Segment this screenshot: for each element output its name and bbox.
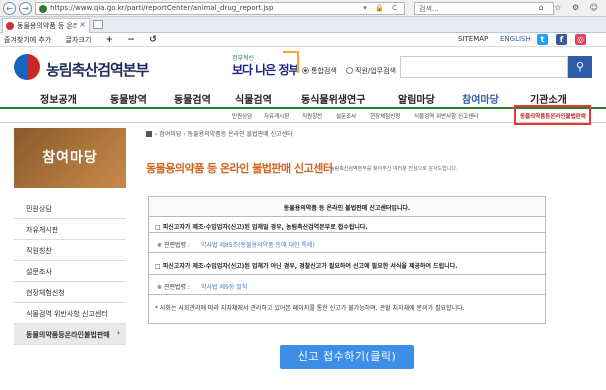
facebook-icon[interactable]: f <box>556 34 567 45</box>
new-tab-button[interactable] <box>93 20 103 29</box>
site-header: 농림축산검역본부 정부혁신 보다 나은 정부 통합검색 직원/업무검색 ⚲ <box>0 47 606 87</box>
browser-tab[interactable]: 동물용의약품 등 온라인 불법 × <box>2 18 90 33</box>
page-subtitle: 농림축산검역본부를 찾아주신 여러분 진심으로 감사드립니다. <box>330 166 458 172</box>
favicon-icon <box>6 22 14 30</box>
sidebar-title: 참여마당 <box>14 128 126 188</box>
gov-plus-icon <box>283 51 299 73</box>
sidebar-item[interactable]: 직원칭찬 <box>14 240 126 261</box>
browser-address-bar: ← → https://www.qia.go.kr/parti/reportCe… <box>0 0 606 17</box>
browser-search-input[interactable]: 검색... <box>414 2 554 15</box>
gnb-item[interactable]: 동물검역 <box>174 91 211 106</box>
twitter-icon[interactable]: t <box>537 34 548 45</box>
subnav-item[interactable]: 설문조사 <box>336 112 356 120</box>
report-submit-button[interactable]: 신고 접수하기(클릭) <box>280 345 414 369</box>
font-size-label: 글자크기 <box>65 36 92 44</box>
site-logo[interactable]: 농림축산검역본부 <box>46 59 149 80</box>
law-link[interactable]: 약사법 제9장 벌칙 <box>201 282 247 291</box>
info-panel: 동물용의약품 등 온라인 불법판매 신고센터입니다. □ 피신고자가 제조·수입… <box>148 196 546 324</box>
font-minus-button[interactable]: − <box>127 35 135 45</box>
sidebar-item[interactable]: 현장체험신청 <box>14 282 126 303</box>
gnb-item[interactable]: 기관소개 <box>530 91 567 106</box>
tab-bar: 동물용의약품 등 온라인 불법 × <box>0 17 606 33</box>
chevron-right-icon: › <box>117 329 120 337</box>
sitemap-link[interactable]: SITEMAP <box>458 35 488 43</box>
url-input[interactable]: https://www.qia.go.kr/parti/reportCenter… <box>35 2 405 15</box>
law-row: ※ 관련법령 : 약사법 제85조(동물용의약품 등에 대한 특례) <box>149 233 545 253</box>
sidebar-item[interactable]: 설문조사 <box>14 261 126 282</box>
sidebar-item[interactable]: 자유게시판 <box>14 219 126 240</box>
site-search-input[interactable] <box>400 56 568 78</box>
panel-heading: 동물용의약품 등 온라인 불법판매 신고센터입니다. <box>149 197 545 217</box>
gnb-item[interactable]: 알림마당 <box>398 91 435 106</box>
favorites-link[interactable]: 즐겨찾기에 추가 <box>4 36 51 44</box>
gnb-item[interactable]: 동물방역 <box>110 91 147 106</box>
subnav-item[interactable]: 직원칭찬 <box>302 112 322 120</box>
sidebar-item[interactable]: 민원상담 <box>14 198 126 219</box>
gnb-item[interactable]: 동식물위생연구 <box>301 91 365 106</box>
subnav-item[interactable]: 자유게시판 <box>264 112 289 120</box>
radio-staff-search[interactable]: 직원/업무검색 <box>346 66 396 76</box>
font-plus-button[interactable]: + <box>106 35 114 45</box>
page-title: 동물용의약품 등 온라인 불법판매 신고센터 <box>146 162 333 175</box>
forward-button[interactable]: → <box>19 2 32 15</box>
subnav-item[interactable]: 식물검역 위반사항 신고센터 <box>414 112 478 120</box>
home-icon[interactable] <box>146 131 152 137</box>
subnav-item[interactable]: 민원상담 <box>232 112 252 120</box>
gnb-item[interactable]: 정보공개 <box>40 91 77 106</box>
close-icon[interactable]: × <box>79 20 86 29</box>
browser-tools-icon[interactable]: ⌂ ☆ ⚙ ☺ <box>539 3 602 12</box>
breadcrumb: › 참여마당 › 동물용의약품등 온라인 불법판매 신고센터 <box>146 129 293 138</box>
note-text: * 사회는 사회관리에 따라 지자체에서 관리하고 있어본 페이지를 통한 신고… <box>155 305 465 312</box>
back-button[interactable]: ← <box>3 2 16 15</box>
radio-all-search[interactable]: 통합검색 <box>302 66 337 76</box>
instagram-icon[interactable]: ◎ <box>575 34 586 45</box>
sidebar-menu: 민원상담 자유게시판 직원칭찬 설문조사 현장체험신청 식물검역 위반사항 신고… <box>14 198 126 345</box>
search-icon[interactable]: ⚲ <box>568 56 592 78</box>
law-row: ※ 관련법령 : 약사법 제9장 벌칙 <box>149 275 545 295</box>
site-icon <box>39 5 47 13</box>
info-row: □ 피신고자가 제조·수입업자(신고)된 업체일 경우, 농림축산검역본부로 접… <box>149 217 545 233</box>
font-reset-button[interactable]: ↺ <box>149 35 157 45</box>
gnb-item-active[interactable]: 참여마당 <box>462 91 499 106</box>
gnb-item[interactable]: 식물검역 <box>235 91 272 106</box>
sidebar-item[interactable]: 식물검역 위반사항 신고센터 <box>14 303 126 324</box>
english-link[interactable]: ENGLISH <box>500 35 531 43</box>
logo-emblem-icon[interactable] <box>14 54 40 80</box>
url-controls-icon[interactable]: ▾ 🔒 C <box>363 4 400 12</box>
subnav-item-active[interactable]: 동물의약품등온라인불법판매 <box>514 105 591 125</box>
sidebar-item-active[interactable]: 동물의약품등온라인불법판매 › <box>14 324 126 345</box>
subnav-item[interactable]: 현장체험신청 <box>370 112 400 120</box>
info-row: □ 피신고자가 제조·수입업자(신고)된 업체가 아닌 경우, 경찰신고가 필요… <box>149 253 545 275</box>
law-link[interactable]: 약사법 제85조(동물용의약품 등에 대한 특례) <box>201 240 315 249</box>
